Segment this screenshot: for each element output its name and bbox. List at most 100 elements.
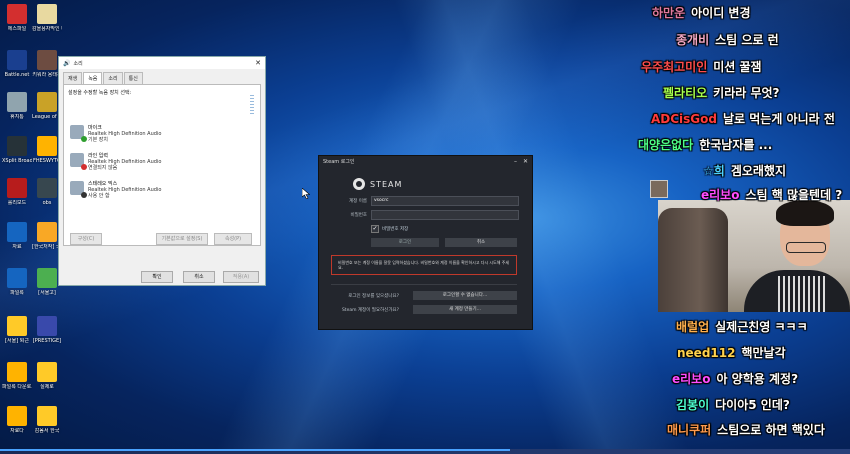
chat-message: 대양은없다 한국남자를 ...: [638, 136, 772, 153]
sound-dialog: 🔊 소리 ✕ 재생 녹음 소리 통신 설정을 수정할 녹음 장치 선택: 마이크…: [58, 56, 266, 286]
mouse-cursor-icon: [302, 188, 310, 199]
desktop-icon-label: 감몸서 한국: [34, 428, 60, 434]
tab-sounds[interactable]: 소리: [103, 72, 123, 84]
divider: [331, 284, 517, 285]
level-meter: [250, 95, 254, 115]
account-input[interactable]: vsocrc: [371, 196, 519, 206]
chat-text: 한국남자를 ...: [699, 138, 773, 152]
configure-button[interactable]: 구성(C): [70, 233, 102, 245]
sound-titlebar[interactable]: 🔊 소리 ✕: [59, 57, 265, 69]
desktop-icon[interactable]: 파일록 다운로드: [2, 362, 32, 390]
chat-message: 배럴업 실제근친영 ㅋㅋㅋ: [676, 318, 808, 335]
app-icon: [7, 50, 27, 70]
app-icon: [7, 406, 27, 426]
chat-username: 펠라티오: [663, 86, 708, 100]
chat-username: e리보o: [672, 372, 711, 386]
desktop-icon[interactable]: 파일록: [2, 268, 32, 296]
app-icon: [37, 178, 57, 198]
chat-message: 종개비 스팀 으로 런: [676, 31, 779, 48]
chat-message: 펠라티오 키라라 무엇?: [663, 84, 780, 101]
chat-username: e리보o: [701, 188, 740, 202]
checkmark-icon: ✓: [371, 225, 379, 233]
chat-username: need112: [677, 346, 736, 360]
line-in-icon: [70, 153, 87, 170]
chat-text: 핵만날각: [741, 346, 786, 360]
desktop-icon[interactable]: XSplit Broadcaster: [2, 136, 32, 164]
desktop-icon-label: Battle.net: [4, 72, 30, 78]
chat-message: e리보o 아 양학용 계정?: [672, 370, 798, 387]
tab-playback[interactable]: 재생: [63, 72, 83, 84]
desktop-icon-label: 에스파일: [7, 26, 27, 32]
chat-message: 매니쿠퍼 스팀으로 하면 핵있다: [667, 421, 825, 438]
minimize-icon[interactable]: –: [514, 158, 517, 165]
chat-message: ☆희 겜오래했지: [703, 162, 786, 179]
device-list: 마이크 Realtek High Definition Audio 기본 장치 라인 …: [70, 125, 240, 209]
webcam-overlay: [658, 200, 850, 312]
app-icon: [7, 178, 27, 198]
tab-recording[interactable]: 녹음: [83, 72, 103, 84]
apply-button[interactable]: 적용(A): [223, 271, 259, 283]
shirt-stripes: [778, 276, 828, 312]
desktop-icon[interactable]: 자료: [2, 222, 32, 250]
taskbar-strip: [0, 449, 850, 454]
chat-text: 겜오래했지: [730, 164, 787, 178]
chat-username: 우주최고미인: [641, 60, 708, 74]
close-icon[interactable]: ✕: [523, 158, 528, 165]
chair-shape: [658, 208, 728, 312]
steam-titlebar[interactable]: Steam 로그인 – ✕: [319, 156, 532, 167]
desktop-icon-label: 자료: [12, 244, 22, 250]
remember-checkbox[interactable]: ✓ 비밀번호 저장: [371, 225, 408, 233]
desktop-icon[interactable]: Battle.net: [2, 50, 32, 78]
account-label: 계정 이름: [349, 199, 367, 204]
steam-cancel-button[interactable]: 취소: [445, 238, 517, 247]
app-icon: [7, 92, 27, 112]
chat-username: 종개비: [676, 33, 710, 47]
desktop-icon[interactable]: [서울] 퇴근: [2, 316, 32, 344]
steam-logo: STEAM: [353, 178, 402, 190]
app-icon: [37, 4, 57, 24]
chat-text: 아이디 변경: [691, 6, 751, 20]
glasses-shape: [786, 242, 826, 253]
sound-tabs: 재생 녹음 소리 통신: [59, 69, 265, 84]
recording-instruction: 설정을 수정할 녹음 장치 선택:: [68, 90, 132, 96]
chat-username: ☆희: [703, 164, 725, 178]
chat-text: 스팀 으로 런: [715, 33, 779, 47]
device-item[interactable]: 마이크 Realtek High Definition Audio 기본 장치: [70, 125, 240, 151]
new-account-button[interactable]: 새 계정 만들기...: [413, 305, 517, 314]
set-default-button[interactable]: 기본값으로 설정(S): [156, 233, 208, 245]
desktop-icon[interactable]: 감을용자막인 마을리스트: [32, 4, 62, 32]
desktop-icon-label: XSplit Broadcaster: [2, 158, 32, 164]
desktop-icon[interactable]: 휴지통: [2, 92, 32, 120]
app-icon: [37, 316, 57, 336]
chat-text: 실제근친영 ㅋㅋㅋ: [715, 320, 808, 334]
desktop-icon[interactable]: 에스파일: [2, 4, 32, 32]
microphone-icon: [70, 125, 87, 142]
chat-text: 다이아5 인데?: [715, 398, 790, 412]
app-icon: [7, 362, 27, 382]
device-item[interactable]: 스테레오 믹스 Realtek High Definition Audio 사용 안…: [70, 181, 240, 207]
desktop-icon[interactable]: [PRESTIGE]: [32, 316, 62, 344]
steam-title: Steam 로그인: [323, 159, 355, 165]
desktop-icon[interactable]: 실제로: [32, 362, 62, 390]
desktop-icon-label: 롤리보드: [7, 200, 27, 206]
properties-button[interactable]: 속성(P): [214, 233, 252, 245]
recording-pane: 설정을 수정할 녹음 장치 선택: 마이크 Realtek High Defini…: [63, 84, 261, 246]
device-item[interactable]: 라인 입력 Realtek High Definition Audio 연결되지 않…: [70, 153, 240, 179]
steam-login-dialog: Steam 로그인 – ✕ STEAM 계정 이름 vsocrc 비밀번호 ✓ 비…: [318, 155, 533, 330]
login-button[interactable]: 로그인: [371, 238, 439, 247]
desktop-icon[interactable]: 롤리보드: [2, 178, 32, 206]
forgot-button[interactable]: 로그인할 수 없습니다...: [413, 291, 517, 300]
desktop-icon[interactable]: 자료다: [2, 406, 32, 434]
ok-button[interactable]: 확인: [141, 271, 173, 283]
status-dot-icon: [81, 192, 87, 198]
app-icon: [7, 316, 27, 336]
app-icon: [7, 4, 27, 24]
login-error-message: 비밀번호 또는 계정 이름을 잘못 입력하셨습니다. 비밀번호와 계정 이름을 …: [331, 255, 517, 275]
password-input[interactable]: [371, 210, 519, 220]
close-icon[interactable]: ✕: [251, 59, 265, 67]
cancel-button[interactable]: 취소: [183, 271, 215, 283]
app-icon: [37, 362, 57, 382]
desktop-icon[interactable]: 감몸서 한국: [32, 406, 62, 434]
tab-communications[interactable]: 통신: [123, 72, 143, 84]
desktop-icon-label: 자료다: [10, 428, 24, 434]
